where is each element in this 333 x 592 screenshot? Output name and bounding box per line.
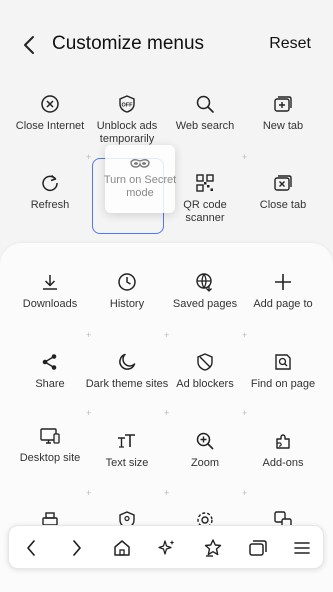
menu-item-label: Turn on Secret mode xyxy=(103,174,177,199)
menu-item-label: Text size xyxy=(105,457,149,469)
forward-icon[interactable] xyxy=(65,536,89,560)
moon-icon xyxy=(115,350,139,374)
find-on-page-icon xyxy=(271,350,295,374)
zoom-in-icon xyxy=(193,429,217,453)
qr-code-icon xyxy=(193,171,217,195)
back-icon[interactable] xyxy=(19,536,43,560)
secret-mode-icon xyxy=(129,157,151,171)
back-arrow-icon xyxy=(24,36,34,54)
menu-item-share[interactable]: Share xyxy=(11,344,89,414)
dragged-menu-item-secret-mode[interactable]: Turn on Secret mode xyxy=(104,145,176,213)
browser-bottom-bar xyxy=(8,525,324,569)
menu-item-label: Share xyxy=(35,378,65,390)
menu-item-label: Close Internet xyxy=(15,120,85,132)
grid-plus-marker: + xyxy=(242,408,248,418)
menu-item-label: Add-ons xyxy=(262,457,304,469)
menu-item-label: Dark theme sites xyxy=(85,378,169,390)
svg-text:OFF: OFF xyxy=(122,103,134,109)
history-icon xyxy=(115,270,139,294)
search-icon xyxy=(193,92,217,116)
new-tab-icon xyxy=(271,92,295,116)
grid-plus-marker: + xyxy=(164,330,170,340)
menu-item-desktop-site[interactable]: Desktop site xyxy=(11,418,89,488)
menu-item-label: Unblock ads temporarily xyxy=(96,120,158,145)
grid-plus-marker: + xyxy=(164,488,170,498)
menu-item-label: Saved pages xyxy=(172,298,238,310)
grid-plus-marker: + xyxy=(242,488,248,498)
menu-item-text-size[interactable]: Text size xyxy=(88,423,166,493)
menu-item-label: Refresh xyxy=(30,199,70,211)
menu-item-label: Close tab xyxy=(259,199,307,211)
menu-item-label: History xyxy=(109,298,145,310)
plus-icon xyxy=(271,270,295,294)
menu-item-label: Downloads xyxy=(22,298,78,310)
back-button[interactable] xyxy=(16,32,42,58)
menu-item-new-tab[interactable]: New tab xyxy=(244,86,322,156)
share-icon xyxy=(38,350,62,374)
menu-item-downloads[interactable]: Downloads xyxy=(11,264,89,334)
grid-plus-marker: + xyxy=(86,488,92,498)
menu-item-label: New tab xyxy=(262,120,304,132)
menu-item-add-ons[interactable]: Add-ons xyxy=(244,423,322,493)
grid-plus-marker: + xyxy=(86,152,92,162)
puzzle-icon xyxy=(271,429,295,453)
bookmark-star-icon[interactable] xyxy=(201,536,225,560)
download-icon xyxy=(38,270,62,294)
menu-item-web-search[interactable]: Web search xyxy=(166,86,244,156)
menu-item-label: QR code scanner xyxy=(183,199,227,224)
home-icon[interactable] xyxy=(110,536,134,560)
grid-plus-marker: + xyxy=(86,408,92,418)
page-title: Customize menus xyxy=(52,33,205,54)
close-tab-icon xyxy=(271,171,295,195)
sparkle-icon[interactable] xyxy=(155,536,179,560)
grid-plus-marker: + xyxy=(242,152,248,162)
menu-item-label: Ad blockers xyxy=(176,378,234,390)
desktop-icon xyxy=(38,424,62,448)
menu-item-ad-blockers[interactable]: Ad blockers xyxy=(166,344,244,414)
menu-item-label: Zoom xyxy=(190,457,220,469)
grid-plus-marker: + xyxy=(86,330,92,340)
reset-button[interactable]: Reset xyxy=(269,35,311,53)
menu-item-label: Find on page xyxy=(250,378,316,390)
menu-item-close-internet[interactable]: Close Internet xyxy=(11,86,89,156)
menu-item-close-tab[interactable]: Close tab xyxy=(244,165,322,235)
header: Customize menus Reset xyxy=(0,0,333,90)
menu-item-saved-pages[interactable]: Saved pages xyxy=(166,264,244,334)
menu-item-label: Desktop site xyxy=(19,452,81,464)
menu-item-label: Web search xyxy=(175,120,235,132)
grid-plus-marker: + xyxy=(164,408,170,418)
text-size-icon xyxy=(115,429,139,453)
menu-icon[interactable] xyxy=(290,536,314,560)
menu-item-refresh[interactable]: Refresh xyxy=(11,165,89,235)
tabs-icon[interactable] xyxy=(246,536,270,560)
close-circle-icon xyxy=(38,92,62,116)
menu-item-label: Add page to xyxy=(253,298,313,310)
ad-off-icon: OFF xyxy=(115,92,139,116)
grid-plus-marker: + xyxy=(242,330,248,340)
menu-item-zoom[interactable]: Zoom xyxy=(166,423,244,493)
menu-item-dark-theme-sites[interactable]: Dark theme sites xyxy=(85,344,169,414)
menu-item-find-on-page[interactable]: Find on page xyxy=(244,344,322,414)
menu-item-add-page-to[interactable]: Add page to xyxy=(244,264,322,334)
menu-item-history[interactable]: History xyxy=(88,264,166,334)
shield-block-icon xyxy=(193,350,217,374)
refresh-icon xyxy=(38,171,62,195)
saved-pages-icon xyxy=(193,270,217,294)
